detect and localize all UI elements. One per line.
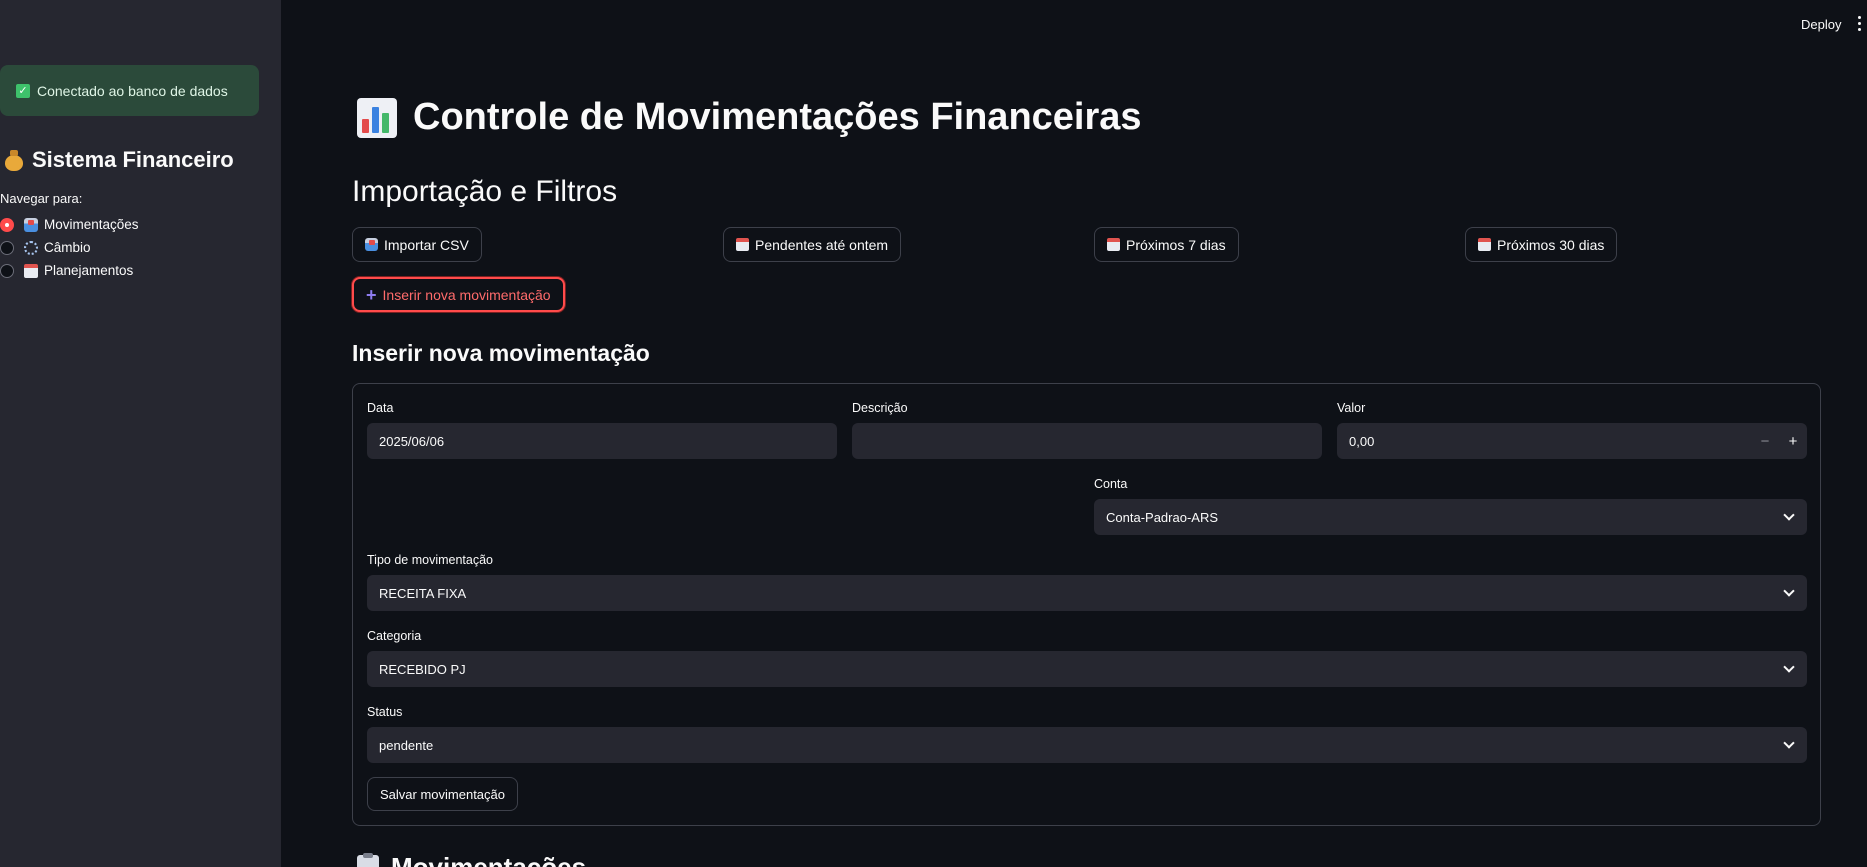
clipboard-icon xyxy=(357,852,379,867)
nav-label: Navegar para: xyxy=(0,191,83,206)
value-text: 0,00 xyxy=(1349,433,1375,449)
next-7-days-button[interactable]: Próximos 7 dias xyxy=(1094,227,1239,262)
more-menu-icon[interactable] xyxy=(1858,16,1862,34)
exchange-icon xyxy=(24,240,38,255)
check-icon: ✓ xyxy=(16,83,30,98)
import-csv-label: Importar CSV xyxy=(384,236,469,253)
description-label: Descrição xyxy=(852,401,908,415)
insert-section-heading: Inserir nova movimentação xyxy=(352,340,650,366)
bar-chart-icon xyxy=(357,97,397,138)
sidebar-title: Sistema Financeiro xyxy=(4,147,234,173)
status-select[interactable]: pendente xyxy=(367,727,1807,763)
calendar-icon xyxy=(1107,238,1120,251)
category-value: RECEBIDO PJ xyxy=(379,661,466,677)
status-label: Status xyxy=(367,705,403,719)
description-input[interactable] xyxy=(852,423,1322,459)
nav-item-label: Movimentações xyxy=(44,217,139,232)
account-select[interactable]: Conta-Padrao-ARS xyxy=(1094,499,1807,535)
insert-form: Data 2025/06/06 Descrição Valor 0,00 − +… xyxy=(352,383,1821,826)
inbox-tray-icon xyxy=(365,238,378,251)
movimentacoes-heading: Movimentações xyxy=(357,852,586,867)
type-select[interactable]: RECEITA FIXA xyxy=(367,575,1807,611)
decrement-button[interactable]: − xyxy=(1751,423,1779,459)
radio-unselected[interactable] xyxy=(0,240,14,255)
chevron-down-icon xyxy=(1783,661,1795,673)
sidebar: ✓ Conectado ao banco de dados Sistema Fi… xyxy=(0,0,281,867)
calendar-icon xyxy=(736,238,749,251)
pending-yesterday-label: Pendentes até ontem xyxy=(755,236,889,253)
pending-yesterday-button[interactable]: Pendentes até ontem xyxy=(723,227,902,262)
category-select[interactable]: RECEBIDO PJ xyxy=(367,651,1807,687)
value-label: Valor xyxy=(1337,401,1366,415)
chevron-down-icon xyxy=(1783,737,1795,749)
next-30-days-button[interactable]: Próximos 30 dias xyxy=(1465,227,1618,262)
inbox-tray-icon xyxy=(24,217,38,232)
type-label: Tipo de movimentação xyxy=(367,553,493,567)
nav-item-movimentacoes[interactable]: Movimentações xyxy=(0,217,139,232)
category-label: Categoria xyxy=(367,629,422,643)
calendar-icon xyxy=(1478,238,1491,251)
status-value: pendente xyxy=(379,737,434,753)
insert-new-button[interactable]: + Inserir nova movimentação xyxy=(352,277,565,312)
deploy-button[interactable]: Deploy xyxy=(1801,17,1841,32)
nav-item-label: Câmbio xyxy=(44,240,91,255)
value-input[interactable]: 0,00 − + xyxy=(1337,423,1807,459)
next-7-days-label: Próximos 7 dias xyxy=(1126,236,1226,253)
nav-item-planejamentos[interactable]: Planejamentos xyxy=(0,263,133,278)
db-status-alert: ✓ Conectado ao banco de dados xyxy=(0,65,259,116)
sidebar-title-text: Sistema Financeiro xyxy=(32,147,234,172)
import-section-heading: Importação e Filtros xyxy=(352,175,618,208)
insert-new-label: Inserir nova movimentação xyxy=(382,286,551,303)
db-status-text: Conectado ao banco de dados xyxy=(37,82,228,99)
account-label: Conta xyxy=(1094,477,1128,491)
increment-button[interactable]: + xyxy=(1779,423,1807,459)
type-value: RECEITA FIXA xyxy=(379,585,467,601)
radio-unselected[interactable] xyxy=(0,263,14,278)
movimentacoes-heading-text: Movimentações xyxy=(391,852,587,867)
import-csv-button[interactable]: Importar CSV xyxy=(352,227,482,262)
page-title: Controle de Movimentações Financeiras xyxy=(357,96,1142,139)
plus-icon: + xyxy=(366,284,377,305)
page-title-text: Controle de Movimentações Financeiras xyxy=(413,96,1142,138)
date-input[interactable]: 2025/06/06 xyxy=(367,423,837,459)
chevron-down-icon xyxy=(1783,509,1795,521)
next-30-days-label: Próximos 30 dias xyxy=(1497,236,1605,253)
nav-item-cambio[interactable]: Câmbio xyxy=(0,240,91,255)
save-button[interactable]: Salvar movimentação xyxy=(367,777,518,811)
calendar-icon xyxy=(24,263,38,278)
money-bag-icon xyxy=(4,149,24,171)
radio-selected[interactable] xyxy=(0,217,14,232)
chevron-down-icon xyxy=(1783,585,1795,597)
date-label: Data xyxy=(367,401,394,415)
account-value: Conta-Padrao-ARS xyxy=(1106,509,1218,525)
nav-item-label: Planejamentos xyxy=(44,263,134,278)
